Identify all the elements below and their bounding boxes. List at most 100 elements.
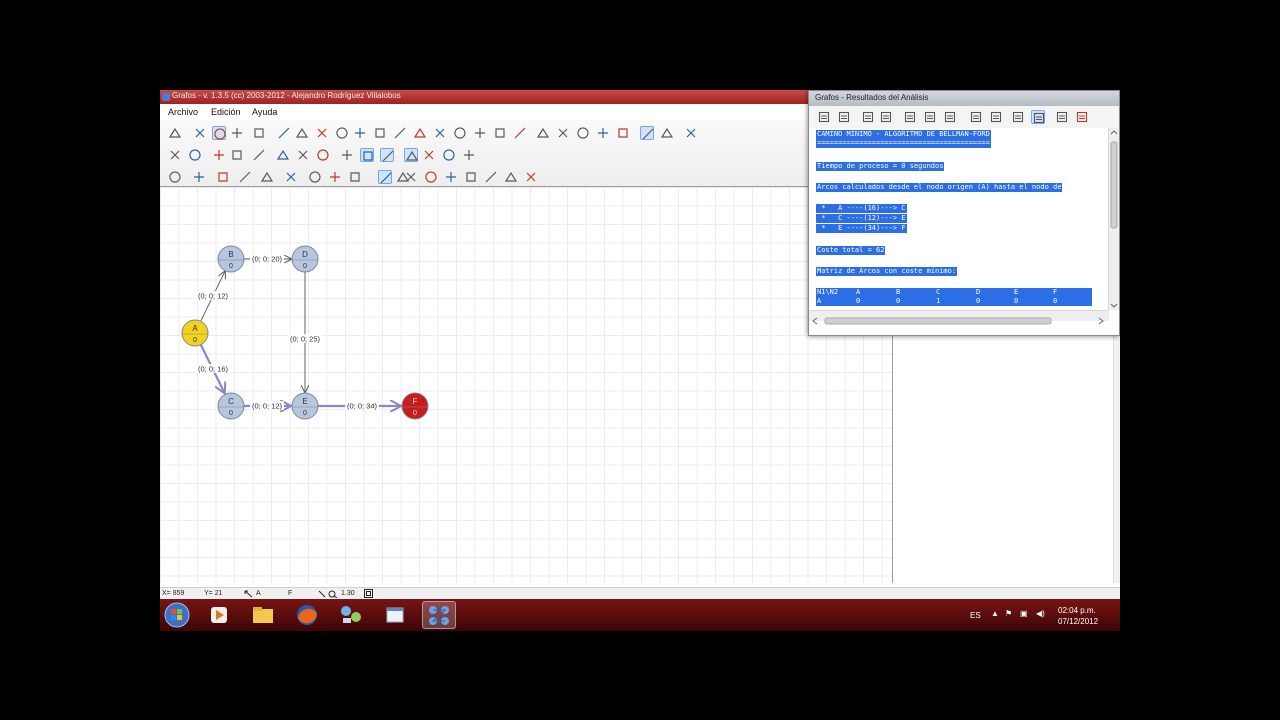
edge-label-E-F[interactable]: (0; 0; 34) xyxy=(347,402,378,411)
toolbar-tool-icon[interactable] xyxy=(308,170,322,184)
results-toolbar-icon[interactable] xyxy=(903,110,917,124)
results-toolbar-icon[interactable] xyxy=(923,110,937,124)
toolbar-tool-icon[interactable] xyxy=(193,126,207,140)
window-app-icon[interactable] xyxy=(378,601,412,629)
results-toolbar-icon[interactable] xyxy=(1031,110,1045,124)
toolbar-tool-icon[interactable] xyxy=(660,126,674,140)
toolbar-tool-icon[interactable] xyxy=(252,126,266,140)
toolbar-tool-icon[interactable] xyxy=(462,148,476,162)
toolbar-tool-icon[interactable] xyxy=(252,148,266,162)
results-toolbar-icon[interactable] xyxy=(1011,110,1025,124)
results-toolbar-icon[interactable] xyxy=(817,110,831,124)
results-vertical-scrollbar[interactable] xyxy=(1108,128,1119,310)
toolbar-tool-icon[interactable] xyxy=(464,170,478,184)
toolbar-tool-icon[interactable] xyxy=(442,148,456,162)
toolbar-tool-icon[interactable] xyxy=(348,170,362,184)
toolbar-tool-icon[interactable] xyxy=(640,126,654,140)
edge-label-A-C[interactable]: (0; 0; 16) xyxy=(198,365,229,374)
toolbar-tool-icon[interactable] xyxy=(340,148,354,162)
toolbar-tool-icon[interactable] xyxy=(513,126,527,140)
results-toolbar-icon[interactable] xyxy=(943,110,957,124)
toolbar-tool-icon[interactable] xyxy=(328,170,342,184)
edge-label-C-E[interactable]: (0; 0; 12) xyxy=(252,402,283,411)
toolbar-tool-icon[interactable] xyxy=(192,170,206,184)
toolbar-tool-icon[interactable] xyxy=(556,126,570,140)
results-toolbar-icon[interactable] xyxy=(1075,110,1089,124)
toolbar-tool-icon[interactable] xyxy=(212,126,226,140)
toolbar-tool-icon[interactable] xyxy=(168,126,182,140)
results-titlebar[interactable]: Grafos - Resultados del Análisis xyxy=(809,91,1119,106)
toolbar-tool-icon[interactable] xyxy=(316,148,330,162)
explorer-icon[interactable] xyxy=(246,601,280,629)
results-toolbar-icon[interactable] xyxy=(837,110,851,124)
start-button[interactable] xyxy=(160,601,194,629)
toolbar-tool-icon[interactable] xyxy=(393,126,407,140)
toolbar-tool-icon[interactable] xyxy=(276,148,290,162)
toolbar-tool-icon[interactable] xyxy=(168,148,182,162)
results-toolbar-icon[interactable] xyxy=(969,110,983,124)
results-toolbar-icon[interactable] xyxy=(1055,110,1069,124)
toolbar-tool-icon[interactable] xyxy=(315,126,329,140)
toolbar-tool-icon[interactable] xyxy=(238,170,252,184)
toolbar-tool-icon[interactable] xyxy=(404,148,419,162)
toolbar-tool-icon[interactable] xyxy=(230,148,244,162)
graph-canvas[interactable]: (0; 0; 12) (0; 0; 16) (0; 0; 20) (0; 0; 25)… xyxy=(160,187,893,583)
edge-label-B-D[interactable]: (0; 0; 20) xyxy=(252,255,283,264)
firefox-icon[interactable] xyxy=(290,601,324,629)
toolbar-tool-icon[interactable] xyxy=(453,126,467,140)
toolbar-tool-icon[interactable] xyxy=(433,126,447,140)
toolbar-tool-icon[interactable] xyxy=(684,126,698,140)
toolbar-tool-icon[interactable] xyxy=(484,170,498,184)
toolbar-tool-icon[interactable] xyxy=(380,148,394,162)
volume-icon[interactable]: ◀) xyxy=(1036,609,1045,618)
toolbar-tool-icon[interactable] xyxy=(216,170,230,184)
toolbar-tool-icon[interactable] xyxy=(168,170,182,184)
toolbar-tool-icon[interactable] xyxy=(536,126,550,140)
toolbar-tool-icon[interactable] xyxy=(504,170,518,184)
clock-date[interactable]: 07/12/2012 xyxy=(1058,617,1098,626)
toolbar-tool-icon[interactable] xyxy=(188,148,202,162)
results-toolbar-icon[interactable] xyxy=(989,110,1003,124)
toolbar-tool-icon[interactable] xyxy=(360,148,374,162)
results-toolbar-icon[interactable] xyxy=(879,110,893,124)
media-player-icon[interactable] xyxy=(202,601,236,629)
toolbar-tool-icon[interactable] xyxy=(296,148,310,162)
edge-label-A-B[interactable]: (0; 0; 12) xyxy=(198,292,229,301)
toolbar-tool-icon[interactable] xyxy=(576,126,590,140)
edge-label-D-E[interactable]: (0; 0; 25) xyxy=(290,335,321,344)
menu-edicion[interactable]: Edición xyxy=(211,107,241,117)
toolbar-tool-icon[interactable] xyxy=(422,148,436,162)
toolbar-tool-icon[interactable] xyxy=(444,170,458,184)
language-indicator[interactable]: ES xyxy=(970,611,981,620)
results-toolbar-icon[interactable] xyxy=(861,110,875,124)
toolbar-tool-icon[interactable] xyxy=(424,170,438,184)
menu-ayuda[interactable]: Ayuda xyxy=(252,107,277,117)
clock-time[interactable]: 02:04 p.m. xyxy=(1058,606,1096,615)
toolbar-tool-icon[interactable] xyxy=(493,126,507,140)
toolbar-tool-icon[interactable] xyxy=(260,170,274,184)
network-app-icon[interactable] xyxy=(334,601,368,629)
network-icon[interactable]: ▣ xyxy=(1020,609,1028,618)
toolbar-tool-icon[interactable] xyxy=(596,126,610,140)
grafos-taskbar-icon[interactable] xyxy=(422,601,456,629)
toolbar-tool-icon[interactable] xyxy=(230,126,244,140)
toolbar-tool-icon[interactable] xyxy=(473,126,487,140)
canvas-vertical-scrollbar[interactable] xyxy=(1113,335,1120,583)
toolbar-tool-icon[interactable] xyxy=(295,126,309,140)
tray-expand-icon[interactable]: ▲ xyxy=(991,609,999,618)
toolbar-tool-icon[interactable] xyxy=(404,170,418,184)
toolbar-tool-icon[interactable] xyxy=(524,170,538,184)
results-horizontal-scrollbar[interactable] xyxy=(809,310,1109,325)
results-text-area[interactable]: CAMINO MÍNIMO - ALGORITMO DE BELLMAN-FOR… xyxy=(809,128,1109,310)
toolbar-tool-icon[interactable] xyxy=(353,126,367,140)
toolbar-tool-icon[interactable] xyxy=(277,126,291,140)
toolbar-tool-icon[interactable] xyxy=(378,170,392,184)
toolbar-tool-icon[interactable] xyxy=(413,126,427,140)
toolbar-tool-icon[interactable] xyxy=(373,126,387,140)
toolbar-tool-icon[interactable] xyxy=(212,148,226,162)
toolbar-tool-icon[interactable] xyxy=(616,126,630,140)
menu-archivo[interactable]: Archivo xyxy=(168,107,198,117)
toolbar-tool-icon[interactable] xyxy=(284,170,298,184)
toolbar-tool-icon[interactable] xyxy=(335,126,349,140)
flag-icon[interactable]: ⚑ xyxy=(1005,609,1012,618)
